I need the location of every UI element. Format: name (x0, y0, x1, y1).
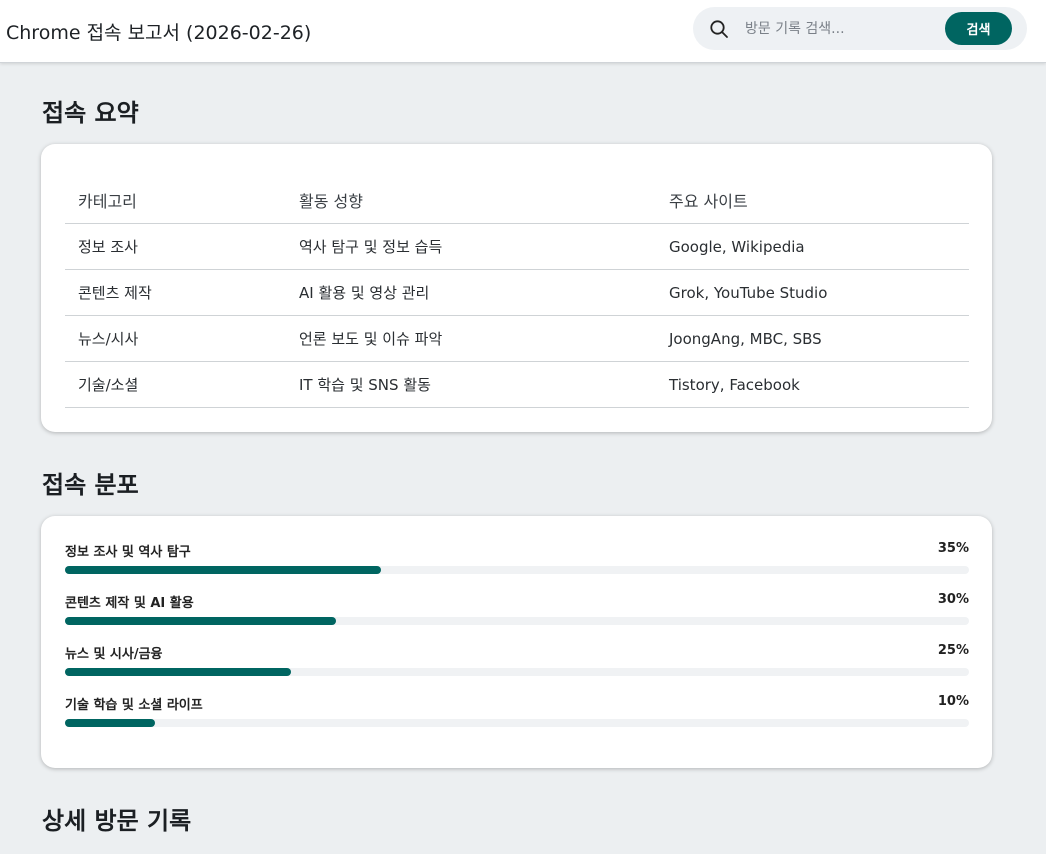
page-title: Chrome 접속 보고서 (2026-02-26) (6, 22, 312, 44)
column-header: 활동 성향 (286, 177, 656, 224)
progress-track (65, 617, 969, 625)
distribution-item: 정보 조사 및 역사 탐구 35% (65, 541, 969, 581)
section-title-distribution: 접속 분포 (42, 471, 139, 499)
section-title-details: 상세 방문 기록 (42, 807, 192, 835)
table-cell: 역사 탐구 및 정보 습득 (286, 223, 656, 270)
table-cell: IT 학습 및 SNS 활동 (286, 361, 656, 408)
table-cell: 정보 조사 (65, 223, 286, 270)
distribution-item: 기술 학습 및 소셜 라이프 10% (65, 694, 969, 734)
top-bar: Chrome 접속 보고서 (2026-02-26) 검색 (0, 0, 1046, 63)
table-header-row: 카테고리 활동 성향 주요 사이트 (65, 177, 969, 224)
search-button[interactable]: 검색 (945, 12, 1012, 45)
progress-fill (65, 566, 382, 574)
distribution-percent: 35% (937, 541, 969, 556)
search-input[interactable] (745, 17, 935, 41)
search-bar[interactable]: 검색 (693, 7, 1027, 50)
summary-table: 카테고리 활동 성향 주요 사이트 정보 조사 역사 탐구 및 정보 습득 Go… (65, 177, 969, 408)
distribution-label: 기술 학습 및 소셜 라이프 (65, 698, 203, 713)
table-cell: 뉴스/시사 (65, 315, 286, 362)
search-icon (710, 20, 728, 38)
table-row: 정보 조사 역사 탐구 및 정보 습득 Google, Wikipedia (65, 223, 969, 270)
table-cell: AI 활용 및 영상 관리 (286, 269, 656, 316)
distribution-label: 콘텐츠 제작 및 AI 활용 (65, 596, 194, 611)
table-row: 뉴스/시사 언론 보도 및 이슈 파악 JoongAng, MBC, SBS (65, 315, 969, 362)
distribution-label: 정보 조사 및 역사 탐구 (65, 545, 191, 560)
column-header: 주요 사이트 (656, 177, 969, 224)
table-cell: Grok, YouTube Studio (656, 269, 969, 316)
progress-track (65, 668, 969, 676)
column-header: 카테고리 (65, 177, 286, 224)
distribution-percent: 25% (937, 643, 969, 658)
table-row: 기술/소셜 IT 학습 및 SNS 활동 Tistory, Facebook (65, 361, 969, 408)
progress-track (65, 566, 969, 574)
table-cell: Tistory, Facebook (656, 361, 969, 408)
table-cell: 기술/소셜 (65, 361, 286, 408)
progress-track (65, 719, 969, 727)
distribution-item: 뉴스 및 시사/금융 25% (65, 643, 969, 683)
progress-fill (65, 617, 337, 625)
distribution-percent: 10% (937, 694, 969, 709)
summary-card: 카테고리 활동 성향 주요 사이트 정보 조사 역사 탐구 및 정보 습득 Go… (41, 144, 992, 432)
distribution-percent: 30% (937, 592, 969, 607)
table-cell: Google, Wikipedia (656, 223, 969, 270)
table-cell: JoongAng, MBC, SBS (656, 315, 969, 362)
distribution-item: 콘텐츠 제작 및 AI 활용 30% (65, 592, 969, 632)
distribution-label: 뉴스 및 시사/금융 (65, 647, 163, 662)
table-cell: 언론 보도 및 이슈 파악 (286, 315, 656, 362)
distribution-card: 정보 조사 및 역사 탐구 35% 콘텐츠 제작 및 AI 활용 30% 뉴스 … (41, 516, 992, 768)
table-row: 콘텐츠 제작 AI 활용 및 영상 관리 Grok, YouTube Studi… (65, 269, 969, 316)
table-cell: 콘텐츠 제작 (65, 269, 286, 316)
progress-fill (65, 668, 291, 676)
progress-fill (65, 719, 156, 727)
section-title-summary: 접속 요약 (42, 99, 139, 127)
